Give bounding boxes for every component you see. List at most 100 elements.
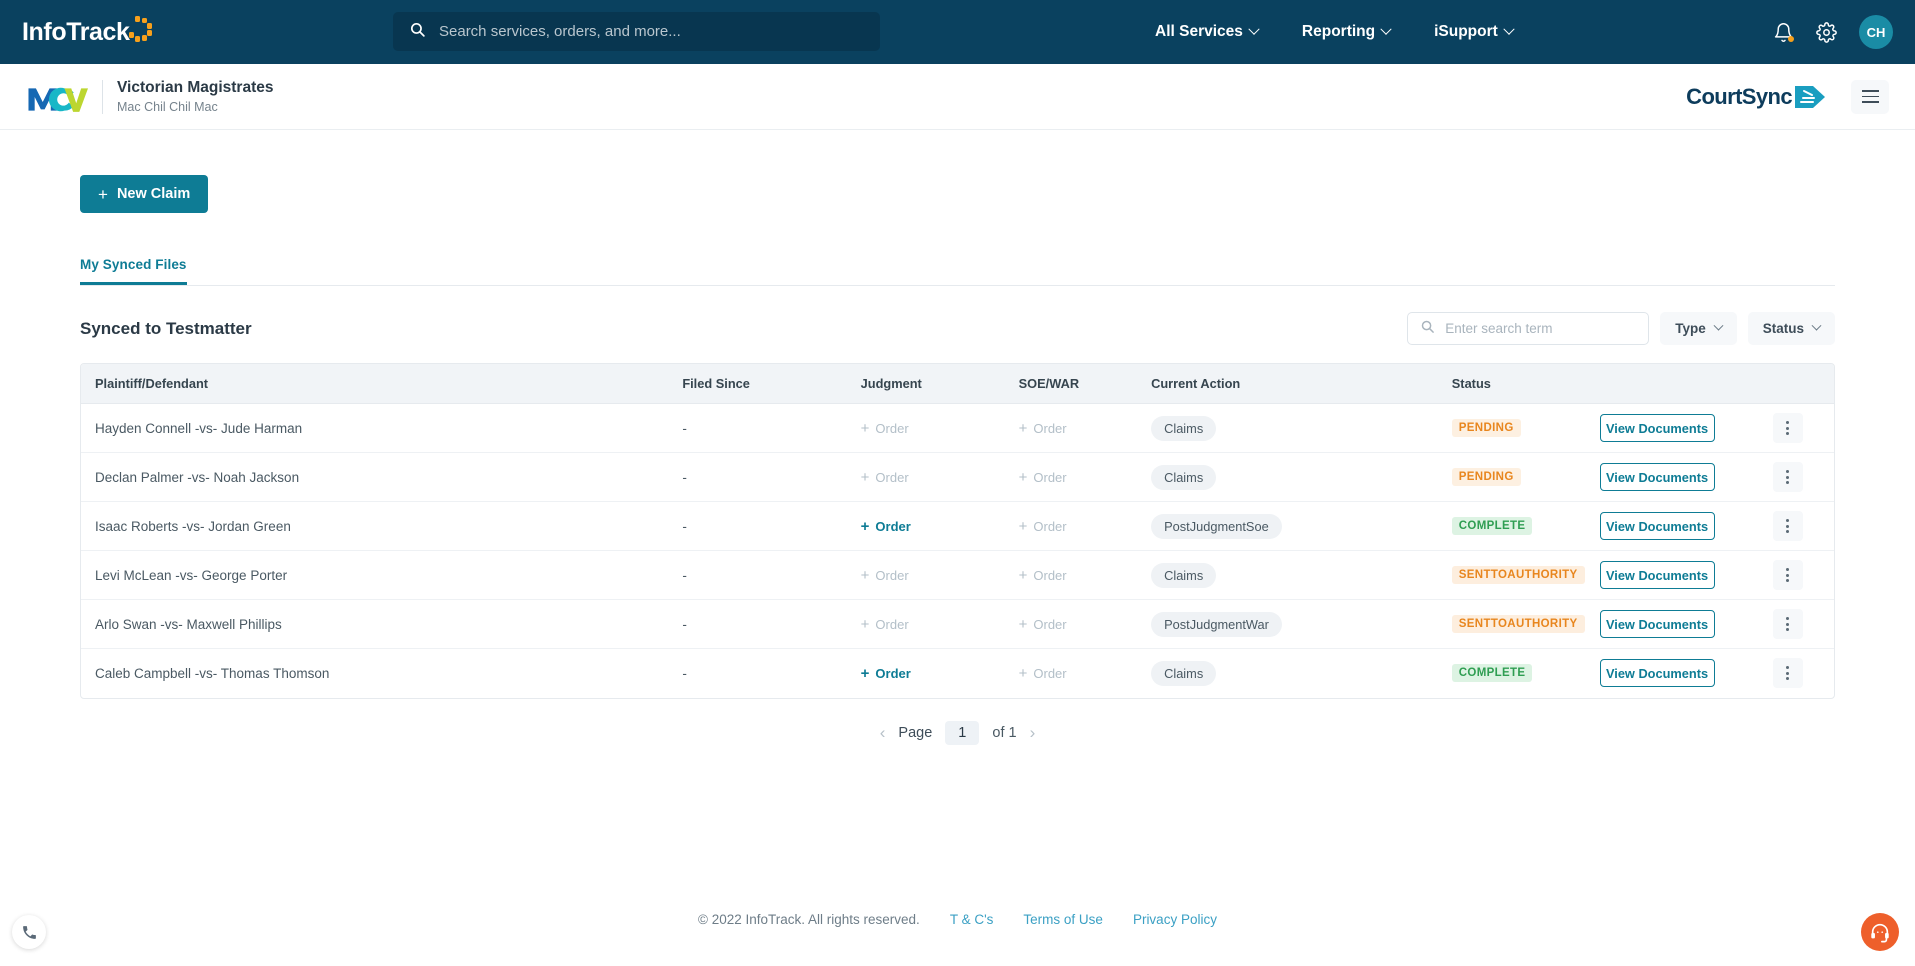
cell-party: Arlo Swan -vs- Maxwell Phillips <box>95 616 282 632</box>
user-avatar[interactable]: CH <box>1859 15 1893 49</box>
judgment-order-link: + Order <box>861 470 909 485</box>
kebab-dot <box>1786 617 1790 620</box>
kebab-dot <box>1786 622 1790 626</box>
nav-right-actions: CH <box>1773 0 1893 64</box>
column-header-judgment: Judgment <box>860 364 1019 404</box>
new-claim-button[interactable]: + New Claim <box>80 175 209 213</box>
cell-judgment: + Order <box>861 649 1019 698</box>
soe-war-order-label: Order <box>1033 616 1067 632</box>
phone-support-button[interactable] <box>12 915 46 949</box>
infotrack-dots-icon <box>126 16 153 42</box>
nav-item-isupport-label: iSupport <box>1434 23 1498 40</box>
status-badge: COMPLETE <box>1451 517 1533 535</box>
judgment-order-label: Order <box>875 420 909 436</box>
soe-war-order-link: + Order <box>1019 519 1067 534</box>
global-search-bar[interactable]: Search services, orders, and more... <box>393 12 880 51</box>
plus-icon: + <box>1018 566 1028 584</box>
nav-item-isupport[interactable]: iSupport <box>1434 23 1515 41</box>
org-title: Victorian Magistrates <box>117 79 274 96</box>
cell-party: Hayden Connell -vs- Jude Harman <box>95 420 303 436</box>
pagination-next-button[interactable]: › <box>1030 723 1036 743</box>
nav-item-all-services[interactable]: All Services <box>1155 23 1260 41</box>
judgment-order-link[interactable]: + Order <box>861 519 911 534</box>
chevron-down-icon <box>1713 320 1724 331</box>
cell-current-action: Claims <box>1151 551 1452 600</box>
status-filter-button[interactable]: Status <box>1747 312 1835 345</box>
footer-link-privacy-policy[interactable]: Privacy Policy <box>1133 912 1217 927</box>
view-documents-button[interactable]: View Documents <box>1599 610 1715 638</box>
plus-icon: + <box>1018 517 1028 535</box>
org-subtitle: Mac Chil Chil Mac <box>117 100 218 114</box>
kebab-dot <box>1786 524 1790 528</box>
current-action-chip: Claims <box>1151 464 1217 490</box>
view-documents-button[interactable]: View Documents <box>1599 659 1715 688</box>
row-more-options-button[interactable] <box>1772 511 1803 541</box>
hamburger-line <box>1861 95 1879 98</box>
cell-status: COMPLETE <box>1451 502 1600 551</box>
judgment-order-link: + Order <box>861 421 909 436</box>
cell-status: SENTTOAUTHORITY <box>1451 551 1600 600</box>
pagination-total-pages: of 1 <box>992 724 1017 741</box>
column-header-actions <box>1772 364 1834 404</box>
synced-files-table-container: Plaintiff/Defendant Filed Since Judgment… <box>80 363 1835 699</box>
nav-item-reporting[interactable]: Reporting <box>1301 23 1392 41</box>
kebab-dot <box>1786 573 1790 577</box>
row-more-options-button[interactable] <box>1772 560 1803 590</box>
judgment-order-link[interactable]: + Order <box>861 666 911 681</box>
courtsync-logo: CourtSync <box>1686 84 1827 110</box>
notifications-button[interactable] <box>1773 22 1794 43</box>
menu-button[interactable] <box>1851 79 1889 114</box>
top-navigation-bar: InfoTrack Search services, orders, and m… <box>0 0 1915 64</box>
chat-support-button[interactable] <box>1861 913 1899 951</box>
soe-war-order-link: + Order <box>1019 568 1067 583</box>
cell-row-actions <box>1772 404 1834 453</box>
mcv-logo-icon <box>28 87 88 112</box>
cell-row-actions <box>1772 649 1834 698</box>
pagination-page-label: Page <box>898 724 933 741</box>
phone-icon <box>22 925 36 939</box>
column-header-current-action: Current Action <box>1151 364 1452 404</box>
infotrack-logo[interactable]: InfoTrack <box>22 16 292 47</box>
gavel-arrow-icon <box>1795 85 1825 108</box>
row-more-options-button[interactable] <box>1772 609 1803 639</box>
status-badge: SENTTOAUTHORITY <box>1451 566 1585 584</box>
status-badge: PENDING <box>1451 468 1521 486</box>
cell-row-actions <box>1772 600 1834 649</box>
plus-icon: + <box>860 468 870 486</box>
row-more-options-button[interactable] <box>1772 462 1803 492</box>
nav-item-all-services-label: All Services <box>1155 23 1243 40</box>
footer-link-terms-conditions[interactable]: T & C's <box>950 912 994 927</box>
view-documents-button[interactable]: View Documents <box>1599 561 1715 589</box>
section-title: Synced to Testmatter <box>80 318 252 338</box>
column-header-status: Status <box>1451 364 1600 404</box>
pagination-prev-button[interactable]: ‹ <box>880 723 886 743</box>
view-documents-button[interactable]: View Documents <box>1599 414 1715 442</box>
table-row: Declan Palmer -vs- Noah Jackson - + Order + O… <box>81 453 1834 502</box>
cell-judgment: + Order <box>861 600 1019 649</box>
kebab-dot <box>1786 519 1790 522</box>
chevron-down-icon <box>1811 320 1822 331</box>
view-documents-button[interactable]: View Documents <box>1599 512 1715 540</box>
row-more-options-button[interactable] <box>1772 658 1803 689</box>
soe-war-order-label: Order <box>1033 420 1067 436</box>
tab-my-synced-files[interactable]: My Synced Files <box>80 257 187 285</box>
cell-judgment: + Order <box>861 502 1019 551</box>
cell-judgment: + Order <box>861 453 1019 502</box>
nav-item-reporting-label: Reporting <box>1301 23 1376 40</box>
view-documents-button[interactable]: View Documents <box>1599 463 1715 491</box>
soe-war-order-link: + Order <box>1019 617 1067 632</box>
cell-current-action: Claims <box>1151 453 1452 502</box>
cell-filed-since: - <box>682 469 687 485</box>
cell-documents: View Documents <box>1599 551 1773 600</box>
footer-link-terms-of-use[interactable]: Terms of Use <box>1023 912 1103 927</box>
settings-button[interactable] <box>1816 21 1837 43</box>
plus-icon: + <box>860 615 870 633</box>
cell-documents: View Documents <box>1599 600 1773 649</box>
filter-controls: Type Status <box>1407 312 1835 345</box>
search-input[interactable] <box>1445 321 1637 336</box>
pagination-current-page[interactable]: 1 <box>945 720 980 745</box>
type-filter-button[interactable]: Type <box>1660 312 1737 345</box>
row-more-options-button[interactable] <box>1772 413 1803 443</box>
table-search-box[interactable] <box>1407 312 1650 345</box>
product-branding-area: CourtSync <box>1686 79 1889 114</box>
